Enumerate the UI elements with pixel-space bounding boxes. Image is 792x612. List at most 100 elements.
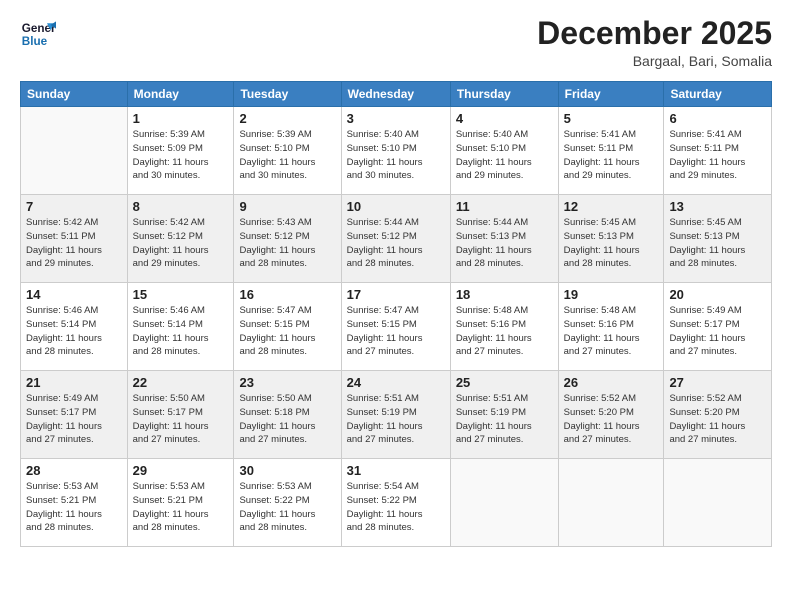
calendar-week-row: 28 Sunrise: 5:53 AM Sunset: 5:21 PM Dayli…: [21, 459, 772, 547]
day-number: 7: [26, 199, 122, 214]
day-info: Sunrise: 5:45 AM Sunset: 5:13 PM Dayligh…: [564, 216, 659, 271]
table-row: 24 Sunrise: 5:51 AM Sunset: 5:19 PM Dayli…: [341, 371, 450, 459]
calendar-week-row: 1Sunrise: 5:39 AM Sunset: 5:09 PM Daylig…: [21, 107, 772, 195]
table-row: 23 Sunrise: 5:50 AM Sunset: 5:18 PM Dayli…: [234, 371, 341, 459]
day-info: Sunrise: 5:41 AM Sunset: 5:11 PM Dayligh…: [669, 128, 766, 183]
svg-text:Blue: Blue: [22, 35, 48, 48]
table-row: 3Sunrise: 5:40 AM Sunset: 5:10 PM Daylig…: [341, 107, 450, 195]
day-info: Sunrise: 5:53 AM Sunset: 5:21 PM Dayligh…: [133, 480, 229, 535]
day-number: 30: [239, 463, 335, 478]
table-row: 25Sunrise: 5:51 AM Sunset: 5:19 PM Dayli…: [450, 371, 558, 459]
day-info: Sunrise: 5:48 AM Sunset: 5:16 PM Dayligh…: [456, 304, 553, 359]
table-row: [450, 459, 558, 547]
table-row: 2Sunrise: 5:39 AM Sunset: 5:10 PM Daylig…: [234, 107, 341, 195]
day-info: Sunrise: 5:51 AM Sunset: 5:19 PM Dayligh…: [347, 392, 445, 447]
table-row: 6 Sunrise: 5:41 AM Sunset: 5:11 PM Daylig…: [664, 107, 772, 195]
table-row: 16Sunrise: 5:47 AM Sunset: 5:15 PM Dayli…: [234, 283, 341, 371]
day-number: 28: [26, 463, 122, 478]
day-number: 29: [133, 463, 229, 478]
day-number: 21: [26, 375, 122, 390]
day-info: Sunrise: 5:40 AM Sunset: 5:10 PM Dayligh…: [347, 128, 445, 183]
table-row: 29 Sunrise: 5:53 AM Sunset: 5:21 PM Dayli…: [127, 459, 234, 547]
day-number: 6: [669, 111, 766, 126]
day-number: 19: [564, 287, 659, 302]
header-wednesday: Wednesday: [341, 82, 450, 107]
day-number: 20: [669, 287, 766, 302]
day-number: 10: [347, 199, 445, 214]
day-number: 2: [239, 111, 335, 126]
day-info: Sunrise: 5:46 AM Sunset: 5:14 PM Dayligh…: [26, 304, 122, 359]
day-info: Sunrise: 5:53 AM Sunset: 5:22 PM Dayligh…: [239, 480, 335, 535]
day-number: 4: [456, 111, 553, 126]
day-info: Sunrise: 5:41 AM Sunset: 5:11 PM Dayligh…: [564, 128, 659, 183]
day-info: Sunrise: 5:50 AM Sunset: 5:17 PM Dayligh…: [133, 392, 229, 447]
table-row: 7 Sunrise: 5:42 AM Sunset: 5:11 PM Daylig…: [21, 195, 128, 283]
day-info: Sunrise: 5:42 AM Sunset: 5:12 PM Dayligh…: [133, 216, 229, 271]
table-row: 30 Sunrise: 5:53 AM Sunset: 5:22 PM Dayli…: [234, 459, 341, 547]
calendar-week-row: 14 Sunrise: 5:46 AM Sunset: 5:14 PM Dayli…: [21, 283, 772, 371]
table-row: [21, 107, 128, 195]
header-monday: Monday: [127, 82, 234, 107]
page: General Blue December 2025 Bargaal, Bari…: [0, 0, 792, 612]
table-row: 22 Sunrise: 5:50 AM Sunset: 5:17 PM Dayli…: [127, 371, 234, 459]
day-number: 13: [669, 199, 766, 214]
day-number: 22: [133, 375, 229, 390]
day-number: 12: [564, 199, 659, 214]
logo-icon: General Blue: [20, 16, 56, 52]
day-number: 14: [26, 287, 122, 302]
day-info: Sunrise: 5:47 AM Sunset: 5:15 PM Dayligh…: [239, 304, 335, 359]
day-number: 8: [133, 199, 229, 214]
day-number: 23: [239, 375, 335, 390]
calendar-week-row: 7 Sunrise: 5:42 AM Sunset: 5:11 PM Daylig…: [21, 195, 772, 283]
header-friday: Friday: [558, 82, 664, 107]
logo: General Blue: [20, 16, 56, 52]
day-info: Sunrise: 5:47 AM Sunset: 5:15 PM Dayligh…: [347, 304, 445, 359]
day-info: Sunrise: 5:49 AM Sunset: 5:17 PM Dayligh…: [26, 392, 122, 447]
day-info: Sunrise: 5:40 AM Sunset: 5:10 PM Dayligh…: [456, 128, 553, 183]
calendar-header-row: Sunday Monday Tuesday Wednesday Thursday…: [21, 82, 772, 107]
table-row: 9 Sunrise: 5:43 AM Sunset: 5:12 PM Daylig…: [234, 195, 341, 283]
table-row: 5 Sunrise: 5:41 AM Sunset: 5:11 PM Daylig…: [558, 107, 664, 195]
calendar-week-row: 21 Sunrise: 5:49 AM Sunset: 5:17 PM Dayli…: [21, 371, 772, 459]
table-row: 4 Sunrise: 5:40 AM Sunset: 5:10 PM Daylig…: [450, 107, 558, 195]
day-info: Sunrise: 5:42 AM Sunset: 5:11 PM Dayligh…: [26, 216, 122, 271]
day-number: 31: [347, 463, 445, 478]
table-row: 27 Sunrise: 5:52 AM Sunset: 5:20 PM Dayli…: [664, 371, 772, 459]
table-row: 31Sunrise: 5:54 AM Sunset: 5:22 PM Dayli…: [341, 459, 450, 547]
table-row: [558, 459, 664, 547]
day-info: Sunrise: 5:46 AM Sunset: 5:14 PM Dayligh…: [133, 304, 229, 359]
day-info: Sunrise: 5:48 AM Sunset: 5:16 PM Dayligh…: [564, 304, 659, 359]
day-number: 15: [133, 287, 229, 302]
day-number: 9: [239, 199, 335, 214]
header-tuesday: Tuesday: [234, 82, 341, 107]
day-info: Sunrise: 5:53 AM Sunset: 5:21 PM Dayligh…: [26, 480, 122, 535]
day-number: 18: [456, 287, 553, 302]
table-row: 17Sunrise: 5:47 AM Sunset: 5:15 PM Dayli…: [341, 283, 450, 371]
header-saturday: Saturday: [664, 82, 772, 107]
table-row: 1Sunrise: 5:39 AM Sunset: 5:09 PM Daylig…: [127, 107, 234, 195]
day-number: 5: [564, 111, 659, 126]
header: General Blue December 2025 Bargaal, Bari…: [20, 16, 772, 69]
table-row: 20 Sunrise: 5:49 AM Sunset: 5:17 PM Dayli…: [664, 283, 772, 371]
table-row: 13Sunrise: 5:45 AM Sunset: 5:13 PM Dayli…: [664, 195, 772, 283]
day-info: Sunrise: 5:51 AM Sunset: 5:19 PM Dayligh…: [456, 392, 553, 447]
day-number: 26: [564, 375, 659, 390]
day-number: 1: [133, 111, 229, 126]
day-number: 11: [456, 199, 553, 214]
day-info: Sunrise: 5:50 AM Sunset: 5:18 PM Dayligh…: [239, 392, 335, 447]
title-block: December 2025 Bargaal, Bari, Somalia: [537, 16, 772, 69]
day-info: Sunrise: 5:52 AM Sunset: 5:20 PM Dayligh…: [564, 392, 659, 447]
table-row: 14 Sunrise: 5:46 AM Sunset: 5:14 PM Dayli…: [21, 283, 128, 371]
location: Bargaal, Bari, Somalia: [537, 53, 772, 69]
header-thursday: Thursday: [450, 82, 558, 107]
day-info: Sunrise: 5:49 AM Sunset: 5:17 PM Dayligh…: [669, 304, 766, 359]
day-info: Sunrise: 5:44 AM Sunset: 5:12 PM Dayligh…: [347, 216, 445, 271]
calendar: Sunday Monday Tuesday Wednesday Thursday…: [20, 81, 772, 547]
table-row: 18 Sunrise: 5:48 AM Sunset: 5:16 PM Dayli…: [450, 283, 558, 371]
day-number: 24: [347, 375, 445, 390]
table-row: 26 Sunrise: 5:52 AM Sunset: 5:20 PM Dayli…: [558, 371, 664, 459]
table-row: 28 Sunrise: 5:53 AM Sunset: 5:21 PM Dayli…: [21, 459, 128, 547]
day-info: Sunrise: 5:52 AM Sunset: 5:20 PM Dayligh…: [669, 392, 766, 447]
day-info: Sunrise: 5:43 AM Sunset: 5:12 PM Dayligh…: [239, 216, 335, 271]
day-number: 27: [669, 375, 766, 390]
